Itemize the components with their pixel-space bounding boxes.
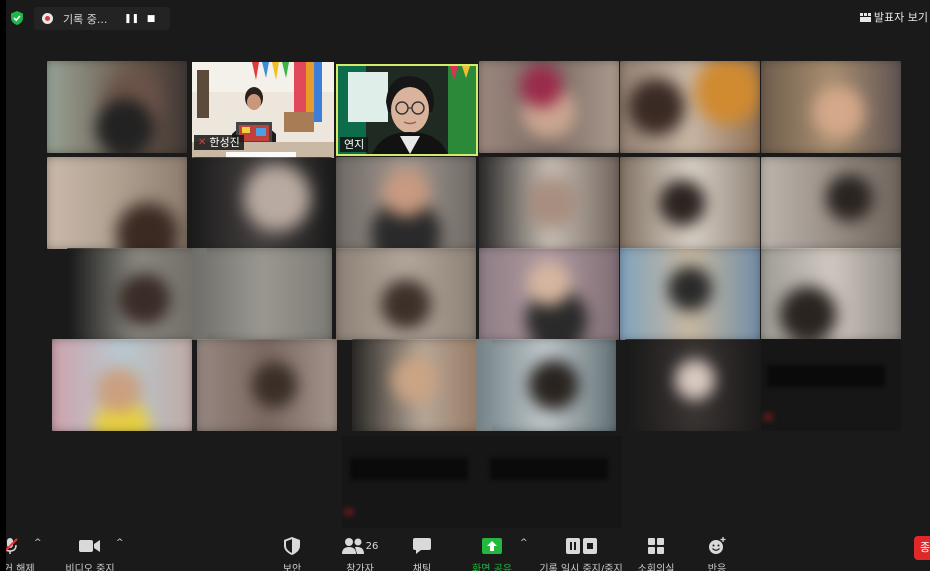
reactions-button[interactable]: 반응 [677, 533, 757, 571]
stop-icon [582, 538, 597, 554]
share-screen-arrow-icon [482, 538, 502, 554]
video-camera-icon [79, 540, 100, 552]
participants-count: 26 [365, 540, 379, 552]
recording-dot-icon [42, 13, 53, 24]
chat-button[interactable]: 채팅 [382, 533, 462, 571]
share-screen-button[interactable]: 화면 공유 ^ [452, 533, 532, 571]
participant-video[interactable] [197, 339, 337, 431]
participant-video[interactable] [761, 248, 901, 340]
stop-video-label: 비디오 중지 [65, 564, 115, 571]
participant-name: 한성진 [209, 136, 240, 149]
speaker-view-button[interactable]: 발표자 보기 [859, 9, 928, 25]
security-shield-icon [284, 537, 300, 555]
top-bar: 기록 중... ❚❚ ■ 발표자 보기 [6, 0, 930, 34]
stop-video-button[interactable]: 비디오 중지 ^ [50, 533, 130, 571]
participant-video-off[interactable] [761, 339, 901, 431]
participant-video[interactable] [352, 339, 492, 431]
participant-name: 연지 [344, 138, 365, 151]
audio-options-chevron-icon[interactable]: ^ [34, 538, 42, 548]
gallery-view: ✕ 한성진 연지 [42, 58, 901, 528]
chat-label: 채팅 [412, 564, 432, 571]
stop-recording-button[interactable]: ■ [145, 14, 157, 24]
meeting-window: 기록 중... ❚❚ ■ 발표자 보기 ✕ 한성진 연지 거 해제 ^ 비디오 … [6, 0, 930, 571]
participant-video[interactable] [620, 157, 760, 249]
participant-video[interactable] [47, 157, 187, 249]
speaker-view-label: 발표자 보기 [873, 11, 928, 24]
unmute-button[interactable]: 음소거 해제 ^ [6, 533, 50, 571]
participant-video[interactable] [625, 339, 765, 431]
meeting-toolbar: 음소거 해제 ^ 비디오 중지 ^ 보안 [6, 533, 930, 571]
share-screen-label: 화면 공유 [472, 564, 512, 571]
participant-video-yeonji[interactable]: 연지 [336, 64, 478, 156]
participant-video[interactable] [192, 157, 332, 249]
unmute-label: 음소거 해제 [6, 564, 35, 571]
speaker-view-icon [859, 12, 871, 22]
participant-video-off[interactable] [482, 436, 622, 528]
participant-video-off[interactable] [342, 436, 482, 528]
share-options-chevron-icon[interactable]: ^ [520, 538, 528, 548]
participant-video[interactable] [192, 248, 332, 340]
smiley-plus-icon [709, 537, 726, 554]
pause-icon [565, 538, 580, 554]
pause-stop-recording-button[interactable]: 기록 일시 중지/중지 [536, 533, 626, 571]
participant-video[interactable] [336, 248, 476, 340]
participant-video[interactable] [620, 248, 760, 340]
participant-video[interactable] [476, 339, 616, 431]
participant-video[interactable] [761, 61, 901, 153]
encryption-shield-icon[interactable] [10, 11, 24, 25]
pause-recording-button[interactable]: ❚❚ [124, 14, 139, 24]
participant-video[interactable] [479, 61, 619, 153]
participant-video[interactable] [67, 248, 207, 340]
participant-video[interactable] [52, 339, 192, 431]
participant-video[interactable] [620, 61, 760, 153]
end-meeting-button[interactable]: 종료 [914, 536, 930, 560]
recording-status: 기록 중... [63, 12, 108, 26]
participant-video[interactable] [761, 157, 901, 249]
muted-mic-icon: ✕ [198, 137, 207, 148]
participant-video[interactable] [479, 248, 619, 340]
video-options-chevron-icon[interactable]: ^ [116, 538, 124, 548]
participant-video[interactable] [479, 157, 619, 249]
pause-stop-recording-label: 기록 일시 중지/중지 [539, 564, 623, 571]
participant-video[interactable] [336, 157, 476, 249]
recording-indicator: 기록 중... ❚❚ ■ [34, 7, 170, 30]
participant-name-tag: 연지 [340, 137, 369, 152]
chat-bubble-icon [413, 538, 431, 554]
participant-name-tag: ✕ 한성진 [194, 135, 244, 150]
participant-video[interactable] [47, 61, 187, 153]
muted-microphone-icon [6, 538, 18, 554]
participant-video-hansungjin[interactable]: ✕ 한성진 [192, 62, 334, 158]
breakout-rooms-grid-icon [648, 538, 664, 554]
participants-icon [341, 538, 364, 554]
reactions-label: 반응 [707, 564, 727, 571]
